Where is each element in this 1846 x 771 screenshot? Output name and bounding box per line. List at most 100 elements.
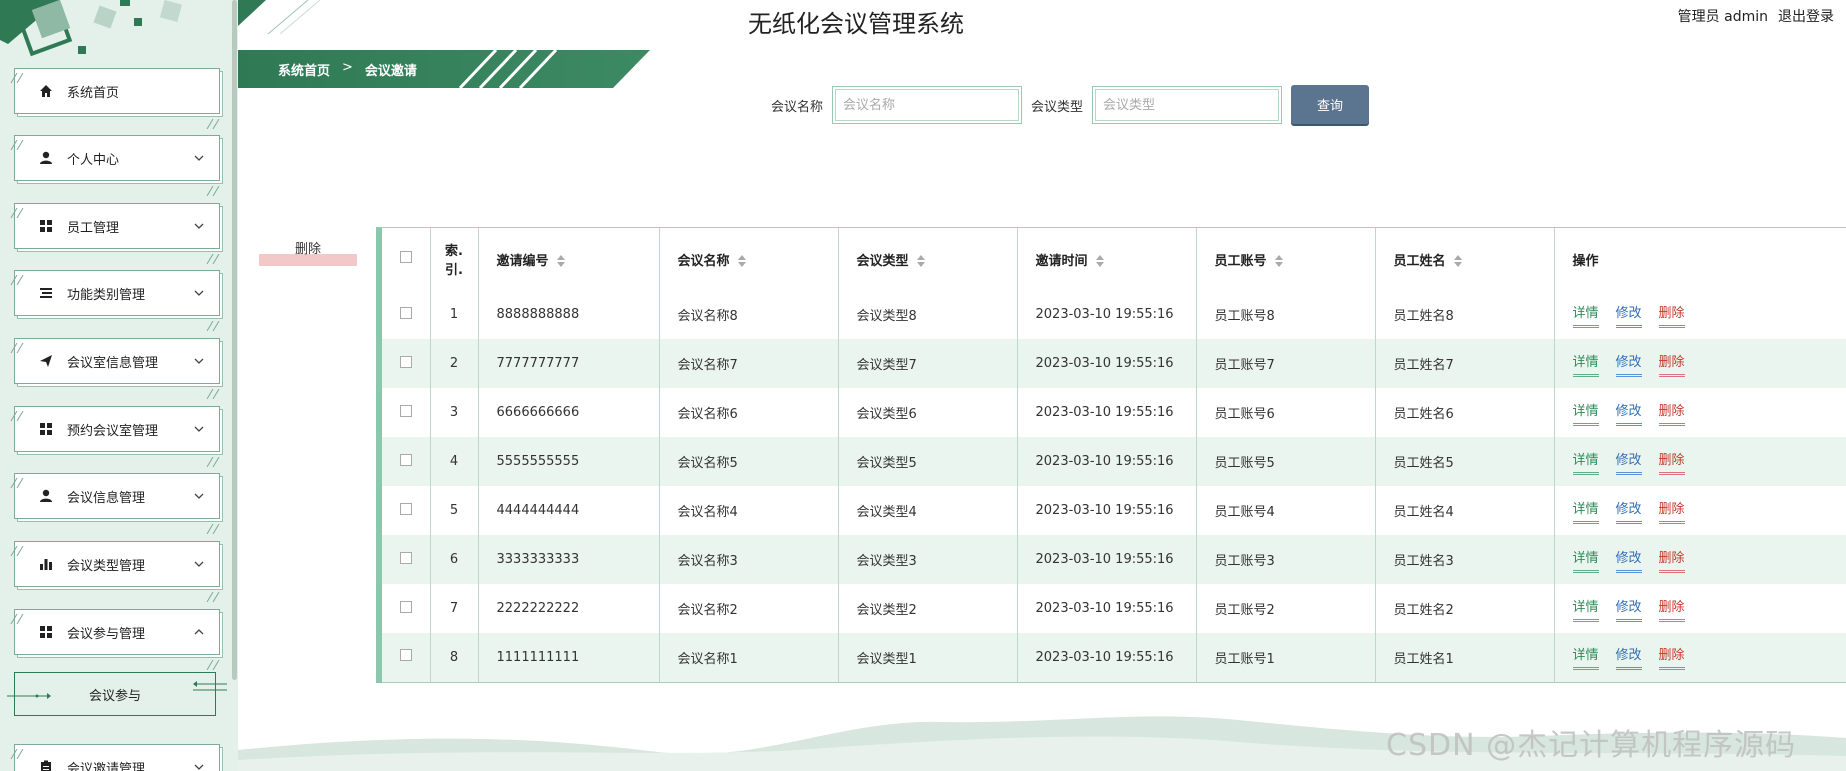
delete-link[interactable]: 删除 (1658, 302, 1685, 328)
chevron-up-icon[interactable] (193, 626, 205, 638)
edit-link[interactable]: 修改 (1615, 596, 1642, 622)
edit-link[interactable]: 修改 (1615, 547, 1642, 573)
chevron-down-icon[interactable] (193, 761, 205, 771)
edit-link[interactable]: 修改 (1615, 351, 1642, 377)
sidebar-item[interactable]: 个人中心 (10, 135, 220, 197)
invite-no-cell: 3333333333 (478, 535, 660, 584)
emp-name-header[interactable]: 员工姓名 (1375, 228, 1555, 290)
sort-icon[interactable] (1453, 255, 1462, 267)
edit-link[interactable]: 修改 (1615, 498, 1642, 524)
sort-icon[interactable] (737, 255, 746, 267)
chevron-down-icon[interactable] (193, 490, 205, 502)
chevron-down-icon[interactable] (193, 558, 205, 570)
detail-link[interactable]: 详情 (1572, 449, 1599, 475)
row-checkbox[interactable] (399, 355, 412, 368)
emp-name-cell: 员工姓名5 (1375, 437, 1555, 486)
emp-name-header-label: 员工姓名 (1393, 253, 1446, 269)
detail-link[interactable]: 详情 (1572, 351, 1599, 377)
meeting-type-label: 会议类型 (1031, 100, 1084, 115)
meeting-name-header[interactable]: 会议名称 (659, 228, 839, 290)
chevron-down-icon[interactable] (193, 220, 205, 232)
detail-link[interactable]: 详情 (1572, 302, 1599, 328)
meeting-type-header[interactable]: 会议类型 (838, 228, 1018, 290)
emp-name-cell: 员工姓名6 (1375, 388, 1555, 437)
emp-name-cell: 员工姓名1 (1375, 633, 1555, 683)
delete-link[interactable]: 删除 (1658, 400, 1685, 426)
emp-account-cell: 员工账号8 (1196, 290, 1376, 339)
sidebar-item[interactable]: 会议信息管理 (10, 473, 220, 535)
sidebar-item[interactable]: 系统首页 (10, 68, 220, 130)
emp-account-header[interactable]: 员工账号 (1196, 228, 1376, 290)
invite-no-cell: 8888888888 (478, 290, 660, 339)
detail-link[interactable]: 详情 (1572, 644, 1599, 671)
invitation-table: 索. 引. 邀请编号 会议名称 会议类型 邀请时间 员工账号 员工姓名 操作 18… (376, 227, 1846, 683)
emp-name-cell: 员工姓名2 (1375, 584, 1555, 633)
sort-icon[interactable] (1274, 255, 1283, 267)
submenu-item-meeting-participation[interactable]: 会议参与 (7, 672, 227, 716)
detail-link[interactable]: 详情 (1572, 400, 1599, 426)
delete-link[interactable]: 删除 (1658, 498, 1685, 524)
invite-time-header[interactable]: 邀请时间 (1017, 228, 1197, 290)
detail-link[interactable]: 详情 (1572, 498, 1599, 524)
slash-decoration-icon (9, 476, 27, 489)
delete-link[interactable]: 删除 (1658, 547, 1685, 573)
sort-icon[interactable] (1095, 255, 1104, 267)
invite-time-cell: 2023-03-10 19:55:16 (1017, 535, 1197, 584)
chevron-down-icon[interactable] (193, 423, 205, 435)
sort-icon[interactable] (556, 255, 565, 267)
sidebar-item[interactable]: 会议室信息管理 (10, 338, 220, 400)
sidebar-item[interactable]: 预约会议室管理 (10, 406, 220, 468)
row-checkbox[interactable] (399, 453, 412, 466)
invite-no-header[interactable]: 邀请编号 (478, 228, 660, 290)
edit-link[interactable]: 修改 (1615, 449, 1642, 475)
delete-link[interactable]: 删除 (1658, 449, 1685, 475)
delete-link[interactable]: 删除 (1658, 596, 1685, 622)
meeting-name-input[interactable] (829, 83, 1025, 127)
detail-link[interactable]: 详情 (1572, 547, 1599, 573)
delete-link[interactable]: 删除 (1658, 644, 1685, 671)
chevron-down-icon[interactable] (193, 287, 205, 299)
meeting-type-cell: 会议类型6 (838, 388, 1018, 437)
edit-link[interactable]: 修改 (1615, 644, 1642, 671)
detail-link[interactable]: 详情 (1572, 596, 1599, 622)
invite-no-cell: 6666666666 (478, 388, 660, 437)
row-checkbox[interactable] (399, 551, 412, 564)
chevron-down-icon[interactable] (193, 355, 205, 367)
meeting-name-header-label: 会议名称 (677, 253, 730, 269)
row-checkbox[interactable] (399, 404, 412, 417)
edit-link[interactable]: 修改 (1615, 400, 1642, 426)
sidebar-item[interactable]: 会议参与管理 (10, 609, 220, 671)
header-decoration (238, 0, 321, 34)
table-row: 1 8888888888 会议名称8 会议类型8 2023-03-10 19:55:16… (382, 290, 1846, 339)
meeting-name-cell: 会议名称2 (659, 584, 839, 633)
row-checkbox[interactable] (399, 600, 412, 613)
row-checkbox[interactable] (399, 306, 412, 319)
edit-link[interactable]: 修改 (1615, 302, 1642, 328)
sidebar-scrollbar[interactable] (232, 0, 237, 680)
sidebar-item[interactable]: 员工管理 (10, 203, 220, 265)
invite-no-cell: 7777777777 (478, 339, 660, 388)
row-checkbox[interactable] (399, 649, 412, 662)
invite-time-cell: 2023-03-10 19:55:16 (1017, 584, 1197, 633)
search-button[interactable]: 查询 (1291, 85, 1369, 124)
sidebar-item[interactable]: 会议类型管理 (10, 541, 220, 603)
logout-link[interactable]: 退出登录 (1778, 6, 1834, 26)
row-checkbox[interactable] (399, 502, 412, 515)
home-icon (37, 82, 55, 100)
row-select-cell (382, 584, 431, 633)
delete-link[interactable]: 删除 (1658, 351, 1685, 377)
bar-chart-icon (37, 555, 55, 573)
sidebar-item[interactable]: 功能类别管理 (10, 270, 220, 332)
chevron-down-icon[interactable] (193, 152, 205, 164)
slash-decoration-icon (9, 273, 27, 286)
meeting-type-input[interactable] (1089, 83, 1285, 127)
batch-delete-label: 删除 (294, 242, 321, 257)
select-all-checkbox[interactable] (399, 251, 412, 263)
breadcrumb-home[interactable]: 系统首页 (278, 60, 330, 79)
batch-delete-button[interactable]: 删除 (259, 238, 357, 266)
meeting-name-cell: 会议名称1 (659, 633, 839, 683)
meeting-name-cell: 会议名称6 (659, 388, 839, 437)
sort-icon[interactable] (916, 255, 925, 267)
sidebar-item[interactable]: 会议邀请管理 (10, 744, 220, 771)
slash-decoration-icon (205, 184, 223, 197)
